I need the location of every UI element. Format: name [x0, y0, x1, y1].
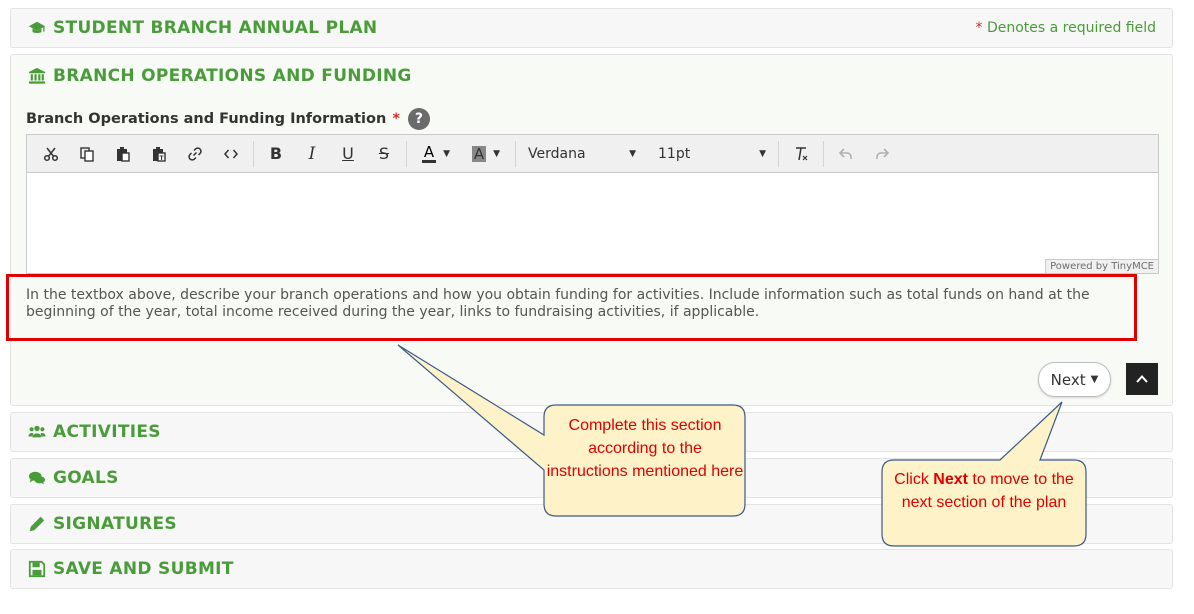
background-color-button[interactable]: A ▼ [461, 139, 511, 169]
toolbar-divider [823, 140, 824, 167]
operations-title: BRANCH OPERATIONS AND FUNDING [53, 66, 412, 86]
save-submit-panel: SAVE AND SUBMIT [10, 549, 1173, 589]
required-field-note: * Denotes a required field [975, 20, 1156, 36]
toolbar-divider [778, 140, 779, 167]
floppy-disk-icon [27, 559, 47, 579]
rich-text-editor: T B I U S A ▼ A ▼ Verdana ▼ 11pt ▼ Power… [26, 134, 1159, 274]
undo-icon[interactable] [828, 139, 864, 169]
operations-panel-header[interactable]: BRANCH OPERATIONS AND FUNDING [11, 55, 1172, 97]
highlight-box [6, 274, 1137, 341]
plan-panel: STUDENT BRANCH ANNUAL PLAN * Denotes a r… [10, 8, 1173, 48]
underline-button[interactable]: U [330, 139, 366, 169]
chevron-down-icon: ▼ [759, 148, 766, 159]
plan-title: STUDENT BRANCH ANNUAL PLAN [53, 18, 378, 38]
toolbar-divider [253, 140, 254, 167]
next-button[interactable]: Next ▼ [1038, 362, 1111, 397]
code-icon[interactable] [213, 139, 249, 169]
background-color-icon: A [471, 144, 487, 163]
pencil-icon [27, 514, 47, 534]
save-submit-title: SAVE AND SUBMIT [53, 559, 234, 579]
comments-icon [27, 468, 47, 488]
italic-button[interactable]: I [294, 139, 330, 169]
font-family-select[interactable]: Verdana ▼ [520, 139, 644, 169]
callout-next-text: Click Next to move to the next section o… [894, 471, 1074, 511]
chevron-down-icon: ▼ [493, 148, 501, 159]
help-icon[interactable]: ? [407, 108, 430, 130]
save-submit-panel-header[interactable]: SAVE AND SUBMIT [11, 550, 1172, 588]
cut-icon[interactable] [33, 139, 69, 169]
bold-button[interactable]: B [258, 139, 294, 169]
copy-icon[interactable] [69, 139, 105, 169]
graduation-cap-icon [27, 18, 47, 38]
chevron-down-icon: ▼ [1090, 374, 1099, 385]
paste-icon[interactable] [105, 139, 141, 169]
signatures-title: SIGNATURES [53, 514, 177, 534]
toolbar-divider [515, 140, 516, 167]
users-icon [27, 422, 47, 442]
text-color-icon: A [421, 143, 437, 163]
scroll-to-top-button[interactable] [1126, 363, 1158, 395]
powered-by-label[interactable]: Powered by TinyMCE [1045, 259, 1158, 273]
activities-title: ACTIVITIES [53, 422, 161, 442]
chevron-up-icon [1136, 375, 1148, 383]
editor-text-area[interactable]: Powered by TinyMCE [27, 173, 1158, 273]
chevron-down-icon: ▼ [443, 148, 451, 159]
text-color-button[interactable]: A ▼ [411, 139, 461, 169]
clear-formatting-icon[interactable] [783, 139, 819, 169]
callout-instructions-text: Complete this section according to the i… [546, 417, 744, 480]
field-label: Branch Operations and Funding Informatio… [26, 108, 430, 130]
strikethrough-button[interactable]: S [366, 139, 402, 169]
editor-toolbar: T B I U S A ▼ A ▼ Verdana ▼ 11pt ▼ [27, 135, 1158, 173]
required-star: * [392, 111, 400, 127]
redo-icon[interactable] [864, 139, 900, 169]
toolbar-divider [406, 140, 407, 167]
bank-icon [27, 66, 47, 86]
goals-title: GOALS [53, 468, 119, 488]
chevron-down-icon: ▼ [629, 148, 636, 159]
plan-panel-header[interactable]: STUDENT BRANCH ANNUAL PLAN * Denotes a r… [11, 9, 1172, 47]
font-size-select[interactable]: 11pt ▼ [650, 139, 774, 169]
link-icon[interactable] [177, 139, 213, 169]
paste-text-icon[interactable]: T [141, 139, 177, 169]
